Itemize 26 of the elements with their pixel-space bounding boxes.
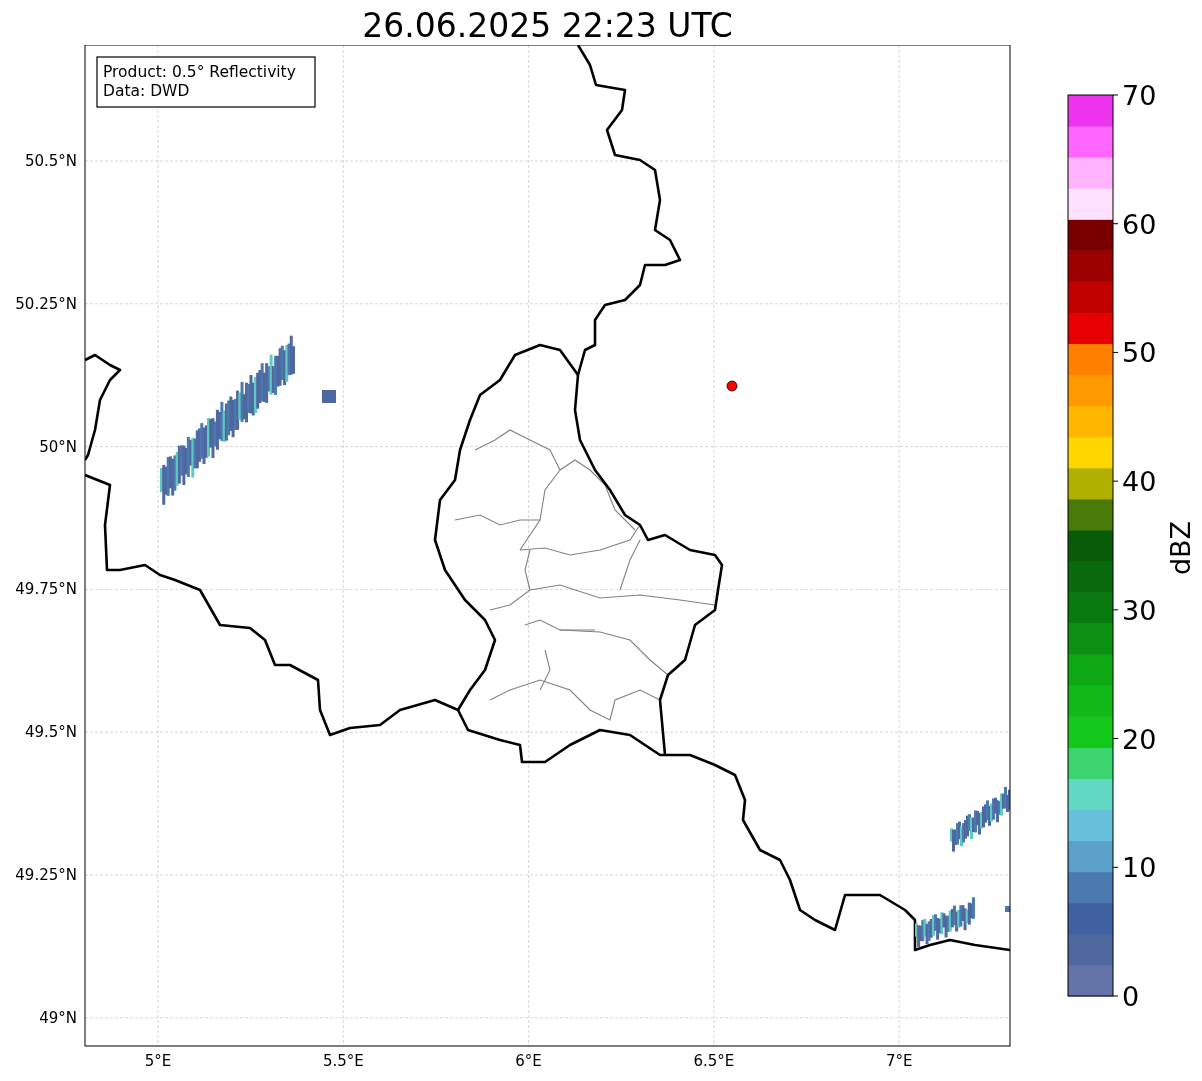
radar-site-marker (726, 380, 738, 392)
colorbar-tick-label: 50 (1122, 337, 1157, 369)
colorbar-tick-label: 70 (1122, 80, 1157, 111)
longitude-label: 5°E (144, 1052, 172, 1070)
colorbar-tick-label: 30 (1122, 594, 1157, 626)
colorbar-tick-label: 60 (1122, 208, 1157, 240)
colorbar-tick-label: 0 (1122, 981, 1140, 1012)
longitude-label: 7°E (885, 1052, 913, 1070)
latitude-label: 50.5°N (24, 152, 77, 170)
colorbar-label: dBZ (1165, 520, 1196, 576)
colorbar-tick-label: 10 (1122, 852, 1157, 884)
longitude-label: 5.5°E (322, 1052, 364, 1070)
chart-title: 26.06.2025 22:23 UTC (361, 5, 734, 45)
longitude-label: 6.5°E (693, 1052, 735, 1070)
info-text: Data: DWD (103, 82, 190, 100)
latitude-label: 49.5°N (24, 723, 77, 742)
latitude-label: 49.25°N (15, 866, 77, 884)
latitude-label: 49.75°N (15, 580, 77, 599)
colorbar-tick-label: 20 (1122, 723, 1157, 755)
latitude-label: 50.25°N (15, 294, 77, 313)
latitude-label: 49°N (39, 1008, 77, 1027)
latitude-label: 50°N (39, 437, 77, 456)
longitude-label: 6°E (515, 1052, 542, 1070)
info-text: Product: 0.5° Reflectivity (103, 63, 296, 81)
colorbar-tick-label: 40 (1122, 466, 1157, 498)
radar-echo (950, 787, 1010, 852)
